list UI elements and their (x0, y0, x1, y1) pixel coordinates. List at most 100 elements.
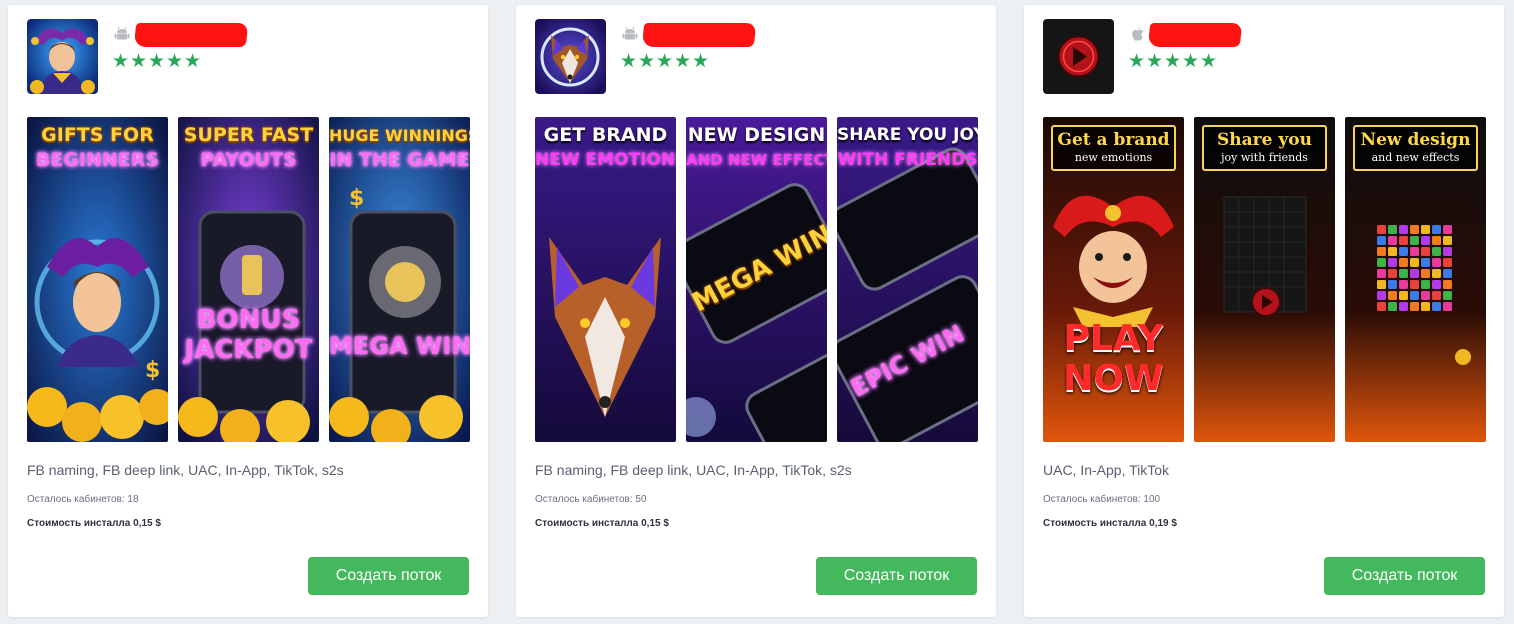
create-stream-button[interactable]: Создать поток (816, 557, 977, 595)
star-icon: ★ (130, 50, 148, 72)
create-stream-button[interactable]: Создать поток (1324, 557, 1485, 595)
game-tile (1377, 258, 1386, 267)
game-tile (1410, 258, 1419, 267)
screenshot[interactable]: SHARE YOU JOY WITH FRIENDS EPIC WIN (837, 117, 978, 442)
svg-text:$: $ (145, 358, 160, 383)
game-tile (1377, 291, 1386, 300)
game-tile (1421, 236, 1430, 245)
screenshot[interactable]: $ GIFTS FOR BEGINNERS (27, 117, 168, 442)
android-icon (114, 26, 130, 42)
redacted-app-name (1147, 23, 1243, 47)
screenshot-overlay-text: PLAY NOW (1063, 318, 1164, 399)
game-tile (1443, 291, 1452, 300)
game-tile (1410, 225, 1419, 234)
game-tile (1443, 302, 1452, 311)
screenshot-caption: GET BRAND NEW EMOTIONS (535, 124, 676, 170)
game-tile (1410, 302, 1419, 311)
game-tile (1432, 269, 1441, 278)
integrations-text: UAC, In-App, TikTok (1043, 462, 1170, 478)
install-cost: Стоимость инсталла 0,15 $ (27, 518, 161, 529)
game-tile (1399, 225, 1408, 234)
game-tile (1421, 269, 1430, 278)
star-icon: ★ (656, 50, 674, 72)
svg-text:$: $ (349, 186, 364, 211)
screenshot-caption: HUGE WINNINGS IN THE GAME (329, 126, 470, 171)
accounts-left: Осталось кабинетов: 100 (1043, 494, 1161, 505)
game-tile (1432, 258, 1441, 267)
screenshot[interactable]: SUPER FAST PAYOUTS BONUS JACKPOT (178, 117, 319, 442)
game-tile (1388, 280, 1397, 289)
screenshot-caption: New design and new effects (1353, 125, 1478, 171)
app-icon-wolf[interactable] (535, 19, 606, 94)
star-icon: ★ (692, 50, 710, 72)
screenshot[interactable]: $ HUGE WINNINGS IN THE GAME MEGA WIN (329, 117, 470, 442)
app-icon-jester[interactable] (27, 19, 98, 94)
game-tile (1388, 247, 1397, 256)
star-icon: ★ (1146, 50, 1164, 72)
screenshot-caption: NEW DESIGN AND NEW EFFECTS (686, 124, 827, 169)
accounts-left: Осталось кабинетов: 50 (535, 494, 647, 505)
game-tile (1443, 280, 1452, 289)
screenshot[interactable]: Share you joy with friends (1194, 117, 1335, 442)
star-icon: ★ (166, 50, 184, 72)
screenshot-caption: SUPER FAST PAYOUTS (183, 124, 314, 171)
apple-icon (1130, 26, 1146, 42)
rating-stars: ★ ★ ★ ★ ★ (620, 50, 710, 72)
game-tile (1377, 302, 1386, 311)
star-icon: ★ (620, 50, 638, 72)
game-tile (1388, 269, 1397, 278)
game-tile (1377, 225, 1386, 234)
game-tile (1399, 236, 1408, 245)
redacted-app-name (641, 23, 757, 47)
game-tile (1399, 291, 1408, 300)
star-icon: ★ (1200, 50, 1218, 72)
screenshots-gallery: GET BRAND NEW EMOTIONS NEW DESIGN AND NE… (535, 117, 978, 442)
star-icon: ★ (1164, 50, 1182, 72)
game-tile (1432, 225, 1441, 234)
game-tile (1421, 258, 1430, 267)
game-tile (1410, 269, 1419, 278)
game-tile (1388, 302, 1397, 311)
game-tile (1377, 269, 1386, 278)
game-tile (1399, 269, 1408, 278)
android-icon (622, 26, 638, 42)
app-icon-play[interactable] (1043, 19, 1114, 94)
game-tile (1410, 291, 1419, 300)
game-tile (1388, 291, 1397, 300)
game-tile (1432, 291, 1441, 300)
screenshots-gallery: $ GIFTS FOR BEGINNERS SUPER FAST PAYOUTS… (27, 117, 470, 442)
game-tile (1399, 302, 1408, 311)
screenshot-caption: Get a brand new emotions (1051, 125, 1176, 171)
create-stream-button[interactable]: Создать поток (308, 557, 469, 595)
game-tile (1421, 225, 1430, 234)
game-tile (1410, 247, 1419, 256)
game-tile (1388, 236, 1397, 245)
star-icon: ★ (148, 50, 166, 72)
game-tile (1377, 247, 1386, 256)
star-icon: ★ (1128, 50, 1146, 72)
star-icon: ★ (112, 50, 130, 72)
game-tile (1432, 236, 1441, 245)
accounts-left: Осталось кабинетов: 18 (27, 494, 139, 505)
game-tile (1443, 236, 1452, 245)
star-icon: ★ (1182, 50, 1200, 72)
screenshot-overlay-text: BONUS JACKPOT (184, 305, 313, 365)
screenshot[interactable]: GET BRAND NEW EMOTIONS (535, 117, 676, 442)
game-tile (1421, 291, 1430, 300)
integrations-text: FB naming, FB deep link, UAC, In-App, Ti… (535, 462, 852, 478)
star-icon: ★ (638, 50, 656, 72)
screenshot[interactable]: NEW DESIGN AND NEW EFFECTS MEGA WIN (686, 117, 827, 442)
redacted-app-name (133, 23, 249, 47)
star-icon: ★ (184, 50, 202, 72)
game-tile (1421, 302, 1430, 311)
game-tile (1377, 280, 1386, 289)
app-card: ★ ★ ★ ★ ★ $ GIFTS FOR BEGINNERS SUPER FA… (8, 5, 488, 617)
game-tile (1410, 236, 1419, 245)
screenshot[interactable]: Get a brand new emotions PLAY NOW (1043, 117, 1184, 442)
game-tile (1432, 280, 1441, 289)
app-card: ★ ★ ★ ★ ★ GET BRAND NEW EMOTIONS NEW DES… (516, 5, 996, 617)
screenshot-caption: GIFTS FOR BEGINNERS (35, 124, 160, 171)
rating-stars: ★ ★ ★ ★ ★ (1128, 50, 1218, 72)
rating-stars: ★ ★ ★ ★ ★ (112, 50, 202, 72)
screenshot[interactable]: New design and new effects (1345, 117, 1486, 442)
